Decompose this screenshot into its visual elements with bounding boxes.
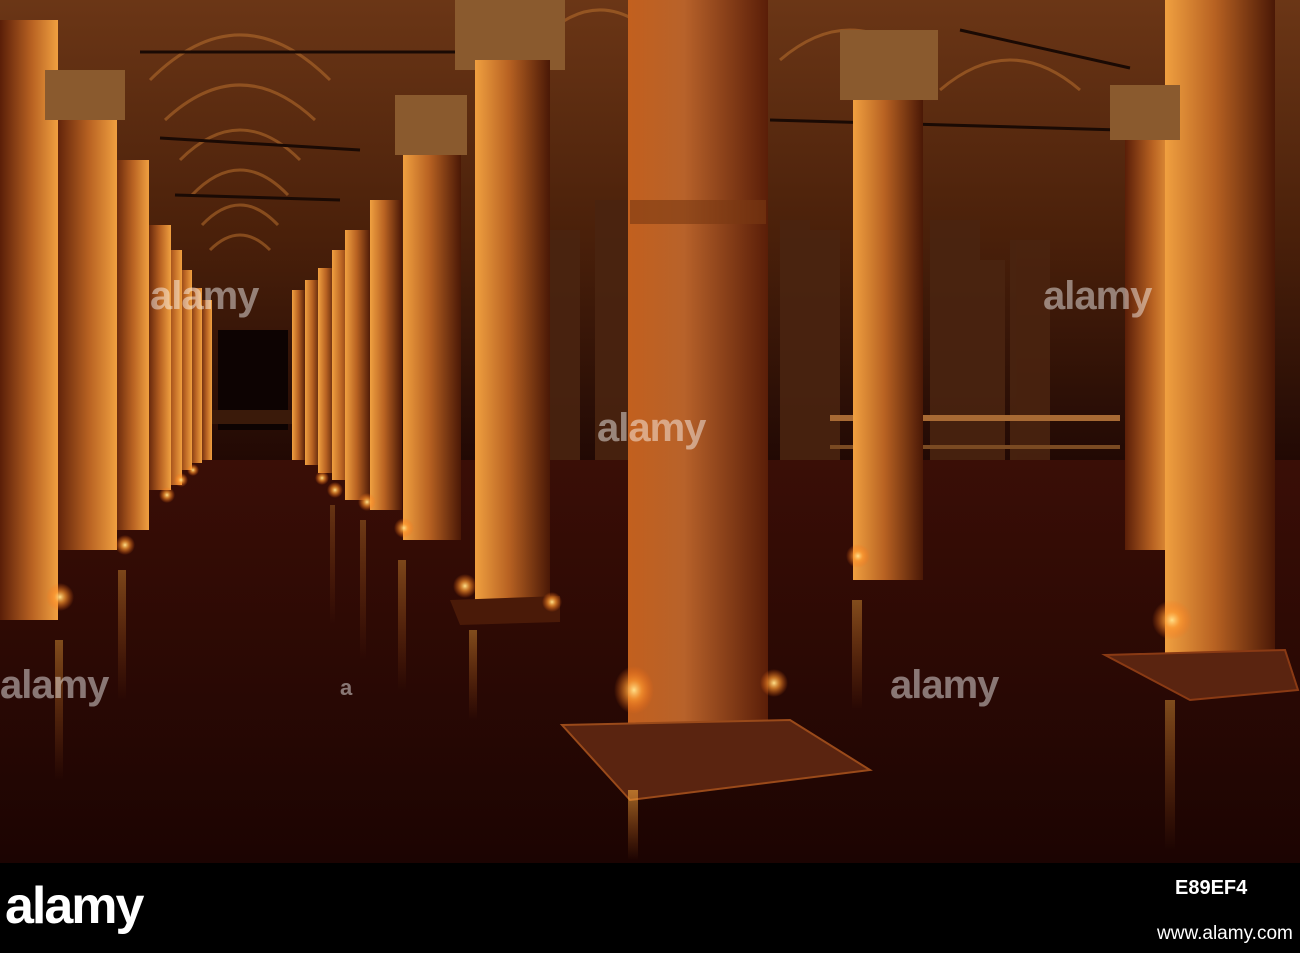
image-code: E89EF4 [1175,877,1248,899]
watermark-text: alamy [1043,274,1152,318]
watermark-text: alamy [150,274,259,318]
footer-logo: alamy [5,877,144,935]
watermark-text: alamy [890,663,999,707]
watermark-text: alamy [597,406,706,450]
photo-frame: alamy alamy alamy alamy alamy a alamy E8… [0,0,1300,953]
footer-bar [0,863,1300,953]
watermark-text: alamy [0,663,109,707]
footer-url: www.alamy.com [1157,923,1293,944]
watermark-mark: a [340,675,352,700]
